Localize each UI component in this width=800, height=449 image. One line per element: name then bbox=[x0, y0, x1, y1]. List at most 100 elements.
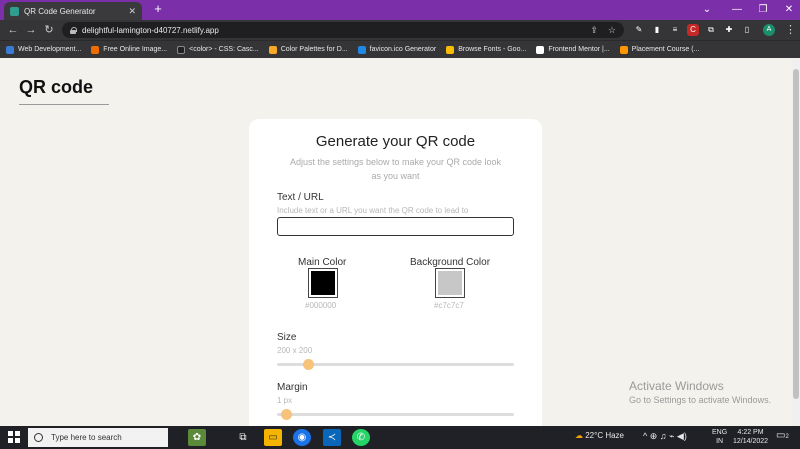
bookmark-favicon-icon bbox=[357, 45, 366, 54]
size-value: 200 x 200 bbox=[277, 346, 313, 355]
notification-icon[interactable]: ▭2 bbox=[776, 430, 789, 441]
bookmark-favicon-icon bbox=[446, 45, 455, 54]
bookmark-item[interactable]: Color Palettes for D... bbox=[268, 45, 348, 54]
bookmark-item[interactable]: <color> - CSS: Casc... bbox=[177, 45, 259, 54]
sidebar-icon[interactable]: ▯ bbox=[741, 24, 753, 36]
browser-tab[interactable]: QR Code Generator ✕ bbox=[4, 2, 142, 20]
tab-search-button[interactable]: ⌄ bbox=[692, 2, 722, 18]
web-page: QR code Generate your QR code Adjust the… bbox=[0, 59, 792, 426]
bookmark-favicon-icon bbox=[91, 45, 100, 54]
menu-kebab-icon[interactable]: ⋮ bbox=[785, 23, 796, 36]
language-indicator[interactable]: ENG IN bbox=[712, 428, 727, 446]
url-text: delightful-lamington-d40727.netlify.app bbox=[82, 25, 219, 35]
browser-titlebar: QR Code Generator ✕ + ⌄ — ❐ ✕ bbox=[0, 0, 800, 20]
region-code: IN bbox=[716, 438, 724, 445]
task-view-icon[interactable]: ⧉ bbox=[234, 429, 252, 446]
activate-windows-watermark: Activate Windows Go to Settings to activ… bbox=[629, 379, 771, 405]
bookmark-favicon-icon bbox=[268, 45, 277, 54]
size-slider[interactable] bbox=[277, 359, 514, 370]
weather-widget[interactable]: ☁ 22°C Haze bbox=[575, 431, 624, 440]
bookmark-item[interactable]: Web Development... bbox=[6, 45, 82, 54]
text-url-label: Text / URL bbox=[277, 192, 324, 203]
bookmark-label: Web Development... bbox=[18, 46, 82, 53]
clock[interactable]: 4:22 PM 12/14/2022 bbox=[733, 428, 768, 446]
card-subtitle: Adjust the settings below to make your Q… bbox=[289, 157, 502, 181]
site-title: QR code bbox=[19, 77, 94, 97]
language-code: ENG bbox=[712, 429, 728, 436]
margin-slider[interactable] bbox=[277, 409, 514, 420]
windows-taskbar: Type here to search ✿ ⧉ ▭ ◉ ≺ ✆ ☁ 22°C H… bbox=[0, 426, 800, 449]
windows-start-icon[interactable] bbox=[8, 431, 20, 443]
main-color-picker[interactable] bbox=[308, 268, 338, 298]
bookmark-item[interactable]: Placement Course (... bbox=[619, 45, 700, 54]
bookmark-label: Free Online Image... bbox=[103, 46, 168, 53]
profile-avatar[interactable]: A bbox=[763, 24, 775, 36]
clock-time: 4:22 PM bbox=[737, 429, 764, 436]
new-tab-button[interactable]: + bbox=[151, 2, 165, 16]
reload-button[interactable]: ↻ bbox=[42, 23, 56, 37]
system-tray-icons[interactable]: ^ ⊕ ♫ ⌁ ◀) bbox=[643, 431, 687, 442]
text-url-hint: Include text or a URL you want the QR co… bbox=[277, 206, 469, 215]
tab-close-icon[interactable]: ✕ bbox=[128, 6, 136, 17]
bookmark-label: <color> - CSS: Casc... bbox=[189, 46, 259, 53]
taskbar-search[interactable]: Type here to search bbox=[28, 428, 168, 447]
bookmark-label: Placement Course (... bbox=[631, 46, 700, 53]
qr-favicon-icon bbox=[10, 6, 19, 16]
puzzle-icon[interactable]: ✚ bbox=[723, 24, 735, 36]
copy-icon[interactable]: ⧉ bbox=[705, 24, 717, 36]
weather-text: 22°C Haze bbox=[585, 431, 625, 440]
bookmark-favicon-icon bbox=[6, 45, 14, 54]
back-button[interactable]: ← bbox=[6, 23, 20, 37]
text-url-input[interactable] bbox=[277, 217, 514, 236]
search-icon bbox=[34, 433, 43, 442]
page-scrollbar[interactable] bbox=[792, 59, 800, 426]
browser-toolbar: ← → ↻ delightful-lamington-d40727.netlif… bbox=[0, 20, 800, 40]
bookmark-label: Frontend Mentor |... bbox=[548, 46, 610, 53]
bookmark-star-icon[interactable]: ☆ bbox=[608, 25, 616, 36]
equalizer-icon[interactable]: ≡ bbox=[669, 24, 681, 36]
bookmark-favicon-icon bbox=[177, 45, 186, 54]
pen-icon[interactable]: ✎ bbox=[633, 24, 645, 36]
bookmark-favicon-icon bbox=[536, 45, 545, 54]
margin-value: 1 px bbox=[277, 396, 293, 405]
bookmark-item[interactable]: Browse Fonts - Goo... bbox=[446, 45, 527, 54]
background-color-label: Background Color bbox=[410, 257, 491, 268]
bookmark-label: favicon.ico Generator bbox=[369, 46, 437, 53]
main-color-label: Main Color bbox=[298, 257, 347, 268]
weather-icon: ☁ bbox=[575, 431, 586, 440]
pinned-art-icon[interactable]: ✿ bbox=[188, 429, 206, 446]
close-window-button[interactable]: ✕ bbox=[774, 2, 800, 18]
forward-button[interactable]: → bbox=[24, 23, 38, 37]
vscode-icon[interactable]: ≺ bbox=[323, 429, 341, 446]
share-icon[interactable]: ⇪ bbox=[590, 25, 598, 36]
search-placeholder: Type here to search bbox=[51, 433, 122, 442]
scrollbar-thumb[interactable] bbox=[793, 69, 799, 399]
whatsapp-icon[interactable]: ✆ bbox=[352, 429, 370, 446]
watermark-subtitle: Go to Settings to activate Windows. bbox=[629, 395, 772, 405]
bookmark-favicon-icon bbox=[619, 45, 628, 54]
size-label: Size bbox=[277, 332, 297, 343]
main-color-swatch bbox=[311, 271, 335, 295]
card-title: Generate your QR code bbox=[315, 133, 476, 150]
notification-count: 2 bbox=[785, 434, 789, 440]
address-bar[interactable]: delightful-lamington-d40727.netlify.app … bbox=[62, 22, 624, 38]
file-explorer-icon[interactable]: ▭ bbox=[264, 429, 282, 446]
lock-icon bbox=[70, 26, 77, 34]
chrome-icon[interactable]: ◉ bbox=[293, 429, 311, 446]
main-color-hex: #000000 bbox=[305, 301, 337, 310]
margin-slider-thumb[interactable] bbox=[281, 409, 293, 420]
bookmark-item[interactable]: Free Online Image... bbox=[91, 45, 168, 54]
background-color-picker[interactable] bbox=[435, 268, 465, 298]
bookmark-item[interactable]: favicon.ico Generator bbox=[357, 45, 437, 54]
cj-icon[interactable]: C bbox=[687, 24, 699, 36]
clock-date: 12/14/2022 bbox=[733, 438, 769, 445]
qr-settings-card: Generate your QR code Adjust the setting… bbox=[249, 119, 542, 426]
background-color-hex: #c7c7c7 bbox=[434, 301, 464, 310]
margin-label: Margin bbox=[277, 382, 308, 393]
title-divider bbox=[19, 104, 109, 105]
size-slider-thumb[interactable] bbox=[302, 359, 314, 370]
bookmark-item[interactable]: Frontend Mentor |... bbox=[536, 45, 610, 54]
sample-icon[interactable]: ▮ bbox=[651, 24, 663, 36]
bookmark-label: Browse Fonts - Goo... bbox=[458, 46, 527, 53]
bookmark-label: Color Palettes for D... bbox=[280, 46, 348, 53]
